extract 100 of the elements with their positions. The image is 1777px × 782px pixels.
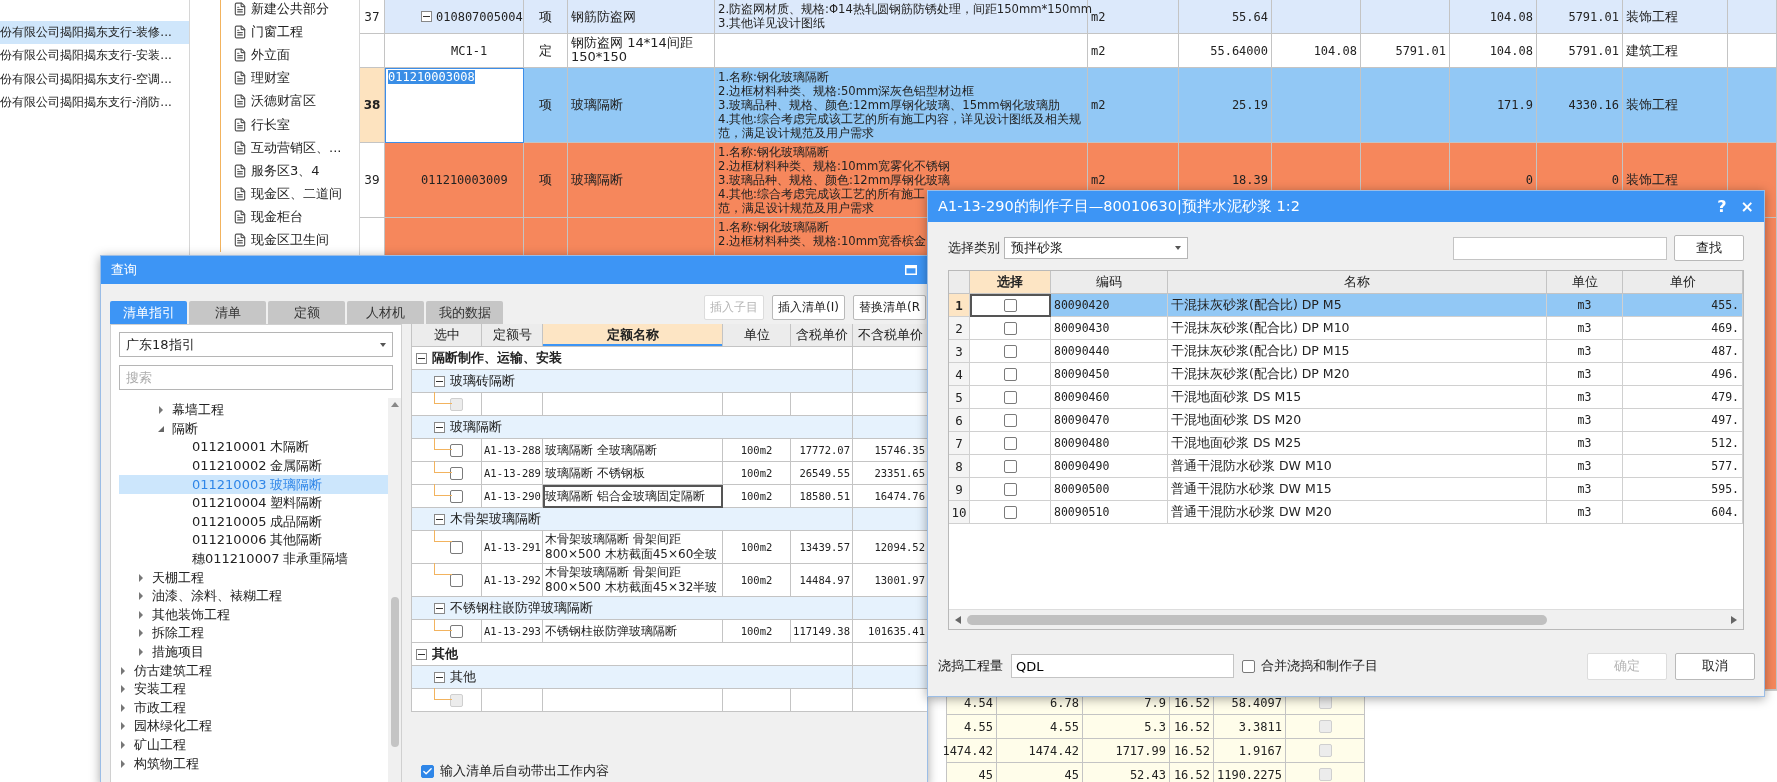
section-item[interactable]: 现金柜台 xyxy=(221,205,359,229)
row-number[interactable]: 1 xyxy=(949,294,970,317)
section-item[interactable]: 互动营销区、... xyxy=(221,136,359,160)
collapse-icon[interactable] xyxy=(416,648,427,660)
row-number[interactable]: 5 xyxy=(949,386,970,409)
scrollbar[interactable] xyxy=(388,398,401,782)
dialog-button[interactable]: 取消 xyxy=(1675,652,1755,680)
tree-item[interactable]: 穗011210007 非承重隔墙 xyxy=(119,549,388,569)
section-item[interactable]: 门窗工程 xyxy=(221,20,359,44)
tree-item[interactable]: 安装工程 xyxy=(119,679,388,699)
collapse-icon[interactable] xyxy=(434,602,445,614)
toolbar-button[interactable]: 替换清单(R xyxy=(852,295,926,320)
checkbox[interactable] xyxy=(450,443,463,457)
row-number[interactable]: 9 xyxy=(949,478,970,501)
checkbox[interactable] xyxy=(1003,505,1017,519)
collapsed-arrow-icon[interactable] xyxy=(119,685,127,694)
guide-select[interactable]: 广东18指引 xyxy=(119,332,393,357)
row-number[interactable]: 6 xyxy=(949,409,970,432)
collapse-icon[interactable] xyxy=(434,513,445,525)
column-header[interactable]: 不含税单价 xyxy=(853,324,927,347)
row-number[interactable]: 3 xyxy=(949,340,970,363)
tree-item[interactable]: 011210004 塑料隔断 xyxy=(119,493,388,513)
tree-item[interactable]: 矿山工程 xyxy=(119,735,388,755)
search-field[interactable] xyxy=(1453,236,1667,260)
checkbox[interactable] xyxy=(1003,367,1017,381)
group-row[interactable]: 其他 xyxy=(412,643,853,666)
group-row[interactable]: 玻璃砖隔断 xyxy=(412,370,853,393)
column-header[interactable]: 选中 xyxy=(412,324,482,347)
tree-item[interactable]: 011210001 木隔断 xyxy=(119,438,388,457)
section-item[interactable]: 现金区卫生间 xyxy=(221,228,359,253)
checkbox[interactable] xyxy=(1003,413,1017,427)
checkbox[interactable] xyxy=(421,764,434,778)
scroll-up-icon[interactable] xyxy=(390,402,399,407)
section-item[interactable]: 理财室 xyxy=(221,66,359,90)
collapsed-arrow-icon[interactable] xyxy=(137,592,145,601)
column-header[interactable]: 编码 xyxy=(1051,271,1168,294)
column-header[interactable]: 定额号 xyxy=(482,324,543,347)
tree-item[interactable]: 其他装饰工程 xyxy=(119,605,388,625)
tab[interactable]: 清单 xyxy=(189,301,266,324)
checkbox[interactable] xyxy=(1242,659,1255,673)
checkbox[interactable] xyxy=(450,573,463,587)
project-item[interactable]: 份有限公司揭阳揭东支行-安装... xyxy=(0,44,189,68)
checkbox[interactable] xyxy=(450,624,463,638)
row-number[interactable]: 4 xyxy=(949,363,970,386)
checkbox[interactable] xyxy=(1003,459,1017,473)
collapsed-arrow-icon[interactable] xyxy=(119,722,127,731)
group-row[interactable]: 不锈钢柱嵌防弹玻璃隔断 xyxy=(412,597,853,620)
tree-item[interactable]: 011210002 金属隔断 xyxy=(119,456,388,476)
checkbox[interactable] xyxy=(1003,482,1017,496)
collapsed-arrow-icon[interactable] xyxy=(119,666,127,675)
collapsed-arrow-icon[interactable] xyxy=(137,573,145,582)
section-item[interactable]: 行长室 xyxy=(221,112,359,137)
tree-item[interactable]: 园林绿化工程 xyxy=(119,717,388,736)
tree-item[interactable]: 011210005 成品隔断 xyxy=(119,512,388,532)
column-header[interactable]: 选择 xyxy=(970,271,1051,294)
checkbox[interactable] xyxy=(1003,436,1017,450)
tree-item[interactable]: 市政工程 xyxy=(119,698,388,718)
collapsed-arrow-icon[interactable] xyxy=(137,629,145,638)
section-item[interactable]: 新建公共部分 xyxy=(221,0,359,21)
scroll-left-icon[interactable] xyxy=(955,615,961,624)
column-header[interactable]: 单位 xyxy=(1547,271,1623,294)
group-row[interactable]: 木骨架玻璃隔断 xyxy=(412,508,853,531)
collapsed-arrow-icon[interactable] xyxy=(157,406,165,415)
collapsed-arrow-icon[interactable] xyxy=(119,759,127,768)
tab[interactable]: 我的数据 xyxy=(426,301,503,324)
project-item[interactable]: 份有限公司揭阳揭东支行-装修... xyxy=(0,21,189,45)
checkbox[interactable] xyxy=(1003,344,1017,358)
expanded-arrow-icon[interactable] xyxy=(157,424,165,433)
checkbox[interactable] xyxy=(1003,298,1017,312)
project-item[interactable]: 份有限公司揭阳揭东支行-空调... xyxy=(0,67,189,91)
column-header[interactable]: 含税单价 xyxy=(791,324,853,347)
section-item[interactable]: 外立面 xyxy=(221,43,359,67)
row-number[interactable]: 2 xyxy=(949,317,970,340)
checkbox[interactable] xyxy=(450,489,463,503)
tree-item[interactable]: 构筑物工程 xyxy=(119,754,388,773)
collapsed-arrow-icon[interactable] xyxy=(119,741,127,749)
collapsed-arrow-icon[interactable] xyxy=(137,610,145,619)
collapse-icon[interactable] xyxy=(434,671,445,683)
row-number[interactable]: 7 xyxy=(949,432,970,455)
column-header[interactable]: 名称 xyxy=(1168,271,1547,294)
category-select[interactable]: 预拌砂浆 xyxy=(1004,237,1188,259)
group-row[interactable]: 隔断制作、运输、安装 xyxy=(412,347,853,370)
checkbox[interactable] xyxy=(1003,390,1017,404)
section-item[interactable]: 服务区3、4 xyxy=(221,159,359,183)
restore-icon[interactable] xyxy=(905,265,917,275)
column-header[interactable]: 单价 xyxy=(1623,271,1743,294)
tab[interactable]: 定额 xyxy=(268,301,345,324)
scrollbar-thumb[interactable] xyxy=(390,597,399,747)
tab[interactable]: 人材机 xyxy=(347,301,424,324)
project-item[interactable]: 份有限公司揭阳揭东支行-消防... xyxy=(0,90,189,115)
toolbar-button[interactable]: 插入清单(I) xyxy=(772,295,845,320)
checkbox[interactable] xyxy=(1003,321,1017,335)
section-item[interactable]: 沃德财富区 xyxy=(221,89,359,113)
collapsed-arrow-icon[interactable] xyxy=(137,648,145,656)
scroll-right-icon[interactable] xyxy=(1731,615,1737,624)
row-number[interactable]: 8 xyxy=(949,455,970,478)
tree-item[interactable]: 措施项目 xyxy=(119,642,388,662)
column-header[interactable]: 单位 xyxy=(723,324,791,347)
section-item[interactable]: 现金区、二道间 xyxy=(221,182,359,206)
tree-item[interactable]: 天棚工程 xyxy=(119,568,388,587)
